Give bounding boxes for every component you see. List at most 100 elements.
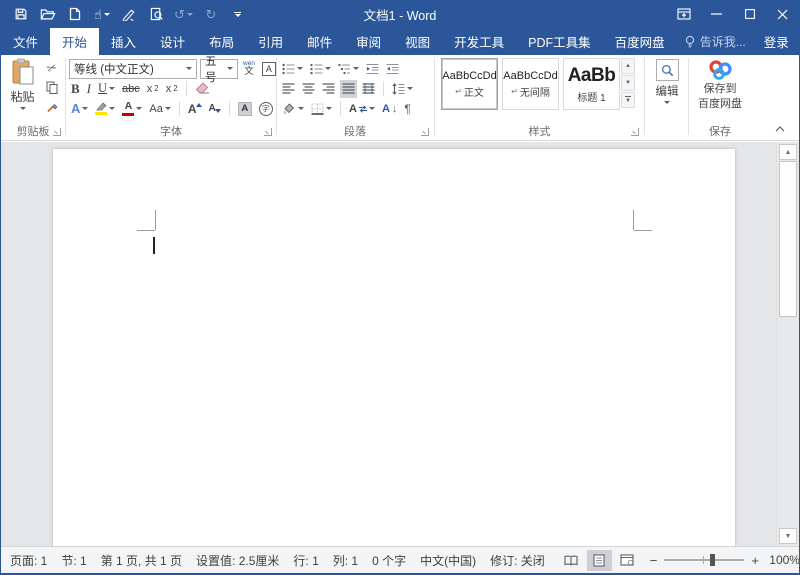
ribbon-display-options-button[interactable] xyxy=(667,0,700,28)
italic-button[interactable]: I xyxy=(85,80,93,98)
tab-mailings[interactable]: 邮件 xyxy=(295,28,344,55)
tab-insert[interactable]: 插入 xyxy=(99,28,148,55)
undo-button[interactable]: ↺ xyxy=(174,4,193,24)
save-to-baidu-button[interactable]: 保存到 百度网盘 xyxy=(692,58,748,112)
line-spacing-button[interactable] xyxy=(390,80,415,98)
style-normal[interactable]: AaBbCcDd ↵ 正文 xyxy=(441,58,498,110)
tab-home[interactable]: 开始 xyxy=(50,28,100,55)
tab-baidu-netdisk[interactable]: 百度网盘 xyxy=(603,28,677,55)
save-button[interactable] xyxy=(12,4,30,24)
tab-references[interactable]: 引用 xyxy=(246,28,295,55)
shading-button[interactable] xyxy=(280,100,306,118)
tab-design[interactable]: 设计 xyxy=(148,28,197,55)
status-page-of[interactable]: 第 1 页, 共 1 页 xyxy=(101,552,182,569)
strikethrough-button[interactable]: abc xyxy=(120,80,142,98)
zoom-in-button[interactable]: + xyxy=(751,553,759,568)
zoom-slider-thumb[interactable] xyxy=(710,554,716,566)
print-preview-button[interactable] xyxy=(147,4,165,24)
read-mode-button[interactable] xyxy=(559,550,584,571)
status-line[interactable]: 行: 1 xyxy=(293,552,318,569)
superscript-button[interactable]: x2 xyxy=(164,80,180,98)
copy-button[interactable] xyxy=(42,78,62,96)
redo-button[interactable]: ↻ xyxy=(202,4,220,24)
style-heading-1[interactable]: AaBb 标题 1 xyxy=(563,58,620,110)
status-section[interactable]: 节: 1 xyxy=(61,552,86,569)
sign-in-button[interactable]: 登录 xyxy=(754,28,799,55)
sort-button[interactable]: A ↓ xyxy=(380,100,399,118)
asian-layout-button[interactable]: A xyxy=(347,100,377,118)
style-scroll-up-button[interactable]: ▲ xyxy=(621,58,635,74)
status-margin-setting[interactable]: 设置值: 2.5厘米 xyxy=(196,552,279,569)
format-painter-button[interactable] xyxy=(42,97,62,115)
justify-button[interactable] xyxy=(340,79,357,98)
align-right-button[interactable] xyxy=(320,80,337,98)
vertical-scrollbar[interactable]: ▲ ▼ xyxy=(776,142,798,546)
tab-pdf-tools[interactable]: PDF工具集 xyxy=(516,28,603,55)
style-scroll-down-button[interactable]: ▼ xyxy=(621,75,635,91)
shrink-font-button[interactable]: A xyxy=(207,100,223,118)
close-button[interactable] xyxy=(766,0,799,28)
maximize-button[interactable] xyxy=(733,0,766,28)
clear-formatting-button[interactable] xyxy=(193,80,213,98)
status-page[interactable]: 页面: 1 xyxy=(10,552,47,569)
style-no-spacing[interactable]: AaBbCcDd ↵ 无间隔 xyxy=(502,58,559,110)
tab-file[interactable]: 文件 xyxy=(1,28,50,55)
decrease-indent-button[interactable] xyxy=(364,60,381,78)
scroll-up-button[interactable]: ▲ xyxy=(779,144,797,160)
zoom-out-button[interactable]: − xyxy=(650,553,658,568)
grow-font-button[interactable]: A xyxy=(186,100,204,118)
style-gallery-more-button[interactable]: ▼ xyxy=(621,92,635,108)
tab-developer[interactable]: 开发工具 xyxy=(442,28,516,55)
font-name-combo[interactable]: 等线 (中文正文) xyxy=(69,58,197,79)
new-document-button[interactable] xyxy=(66,4,84,24)
tab-layout[interactable]: 布局 xyxy=(197,28,246,55)
document-area[interactable]: ▲ ▼ xyxy=(1,142,799,546)
phonetic-guide-button[interactable]: wén 文 xyxy=(241,60,257,78)
enclose-characters-button[interactable]: 字 xyxy=(257,100,275,118)
text-highlight-button[interactable] xyxy=(93,100,117,118)
editing-menu-button[interactable]: 编辑 xyxy=(652,59,682,104)
font-dialog-launcher[interactable] xyxy=(264,128,272,136)
numbering-button[interactable] xyxy=(308,60,333,78)
align-center-button[interactable] xyxy=(300,80,317,98)
print-layout-button[interactable] xyxy=(586,549,612,571)
show-hide-marks-button[interactable]: ¶ xyxy=(402,100,412,118)
collapse-ribbon-button[interactable] xyxy=(773,123,787,135)
status-language[interactable]: 中文(中国) xyxy=(420,552,476,569)
paste-button[interactable]: 粘贴 xyxy=(7,58,38,120)
align-left-button[interactable] xyxy=(280,80,297,98)
increase-indent-button[interactable] xyxy=(384,60,401,78)
customize-qat-button[interactable] xyxy=(229,4,247,24)
font-size-combo[interactable]: 五号 xyxy=(200,56,238,84)
zoom-level[interactable]: 100% xyxy=(766,553,799,567)
clipboard-dialog-launcher[interactable] xyxy=(53,128,61,136)
web-layout-button[interactable] xyxy=(615,550,640,571)
status-track-changes[interactable]: 修订: 关闭 xyxy=(490,552,545,569)
open-button[interactable] xyxy=(39,4,57,24)
subscript-button[interactable]: x2 xyxy=(145,80,161,98)
borders-button[interactable] xyxy=(309,100,334,118)
status-word-count[interactable]: 0 个字 xyxy=(372,552,406,569)
touch-mouse-mode-button[interactable]: ☝ xyxy=(93,4,111,24)
scrollbar-thumb[interactable] xyxy=(779,161,797,317)
spelling-grammar-button[interactable] xyxy=(120,4,138,24)
paragraph-dialog-launcher[interactable] xyxy=(421,128,429,136)
cut-button[interactable]: ✂ xyxy=(42,59,62,77)
minimize-button[interactable] xyxy=(700,0,733,28)
scroll-down-button[interactable]: ▼ xyxy=(779,528,797,544)
tab-view[interactable]: 视图 xyxy=(393,28,442,55)
text-effects-button[interactable]: A xyxy=(69,100,90,118)
styles-dialog-launcher[interactable] xyxy=(631,128,639,136)
font-color-button[interactable]: A xyxy=(120,100,144,118)
zoom-slider[interactable] xyxy=(664,554,745,566)
change-case-button[interactable]: Aa xyxy=(147,100,172,118)
multilevel-list-button[interactable] xyxy=(336,60,361,78)
underline-button[interactable]: U xyxy=(96,80,117,98)
bullets-button[interactable] xyxy=(280,60,305,78)
character-shading-button[interactable]: A xyxy=(236,100,254,118)
tab-review[interactable]: 审阅 xyxy=(344,28,393,55)
status-column[interactable]: 列: 1 xyxy=(333,552,358,569)
tell-me-button[interactable]: 告诉我... xyxy=(677,28,754,55)
bold-button[interactable]: B xyxy=(69,80,82,98)
distribute-button[interactable] xyxy=(360,80,377,98)
